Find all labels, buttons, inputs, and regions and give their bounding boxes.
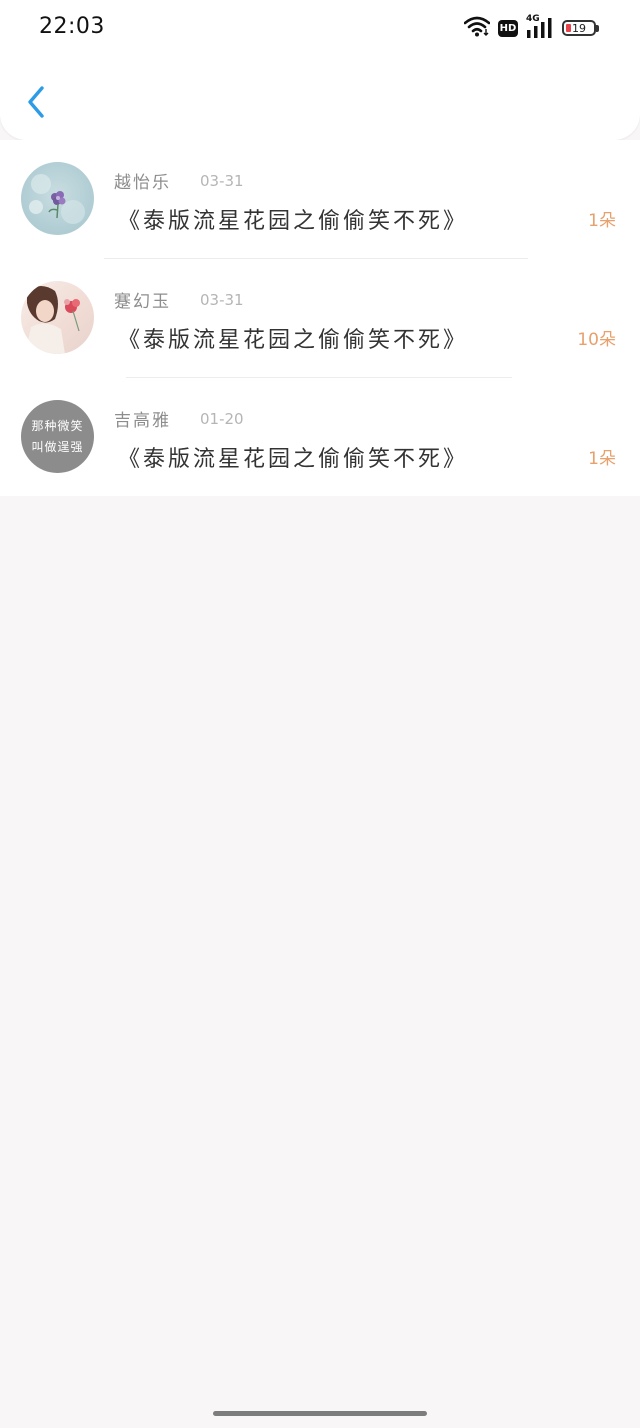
top-bar: 22:03 HD 4G 19 [0,0,640,140]
user-name: 越怡乐 [114,173,171,193]
gift-date: 01-20 [200,410,244,428]
flower-photo [29,174,85,224]
status-time: 22:03 [39,14,105,39]
battery-fill [566,24,571,32]
list-item[interactable]: 蹇幻玉 03-31 《泰版流星花园之偷偷笑不死》 10朵 [0,259,640,378]
item-title: 《泰版流星花园之偷偷笑不死》 [118,328,469,353]
avatar-text-line: 叫做逞强 [31,439,84,454]
wifi-icon [463,15,491,41]
gift-list: 越怡乐 03-31 《泰版流星花园之偷偷笑不死》 1朵 蹇幻玉 03-31 《泰… [0,140,640,496]
gift-count: 10朵 [577,330,616,350]
home-indicator[interactable] [213,1411,427,1416]
user-name: 蹇幻玉 [114,292,171,312]
avatar-text-line: 那种微笑 [31,418,84,433]
hd-badge: HD [498,19,518,37]
user-name: 吉高雅 [114,411,171,431]
signal-icon: 4G [526,14,554,39]
battery-level: 19 [572,21,586,35]
list-item[interactable]: 那种微笑 叫做逞强 吉高雅 01-20 《泰版流星花园之偷偷笑不死》 1朵 [0,378,640,496]
item-title: 《泰版流星花园之偷偷笑不死》 [118,209,469,234]
avatar[interactable]: 那种微笑 叫做逞强 [21,400,94,473]
gift-count: 1朵 [588,449,616,469]
girl-photo [25,286,80,354]
gift-date: 03-31 [200,172,244,190]
list-item[interactable]: 越怡乐 03-31 《泰版流星花园之偷偷笑不死》 1朵 [0,140,640,259]
gift-date: 03-31 [200,291,244,309]
back-button[interactable] [18,82,54,126]
chevron-left-icon [25,85,47,123]
gift-count: 1朵 [588,211,616,231]
avatar[interactable] [21,162,94,235]
battery-icon: 19 [562,20,599,36]
avatar[interactable] [21,281,94,354]
item-title: 《泰版流星花园之偷偷笑不死》 [118,447,469,472]
status-icons: HD 4G 19 [463,14,599,42]
